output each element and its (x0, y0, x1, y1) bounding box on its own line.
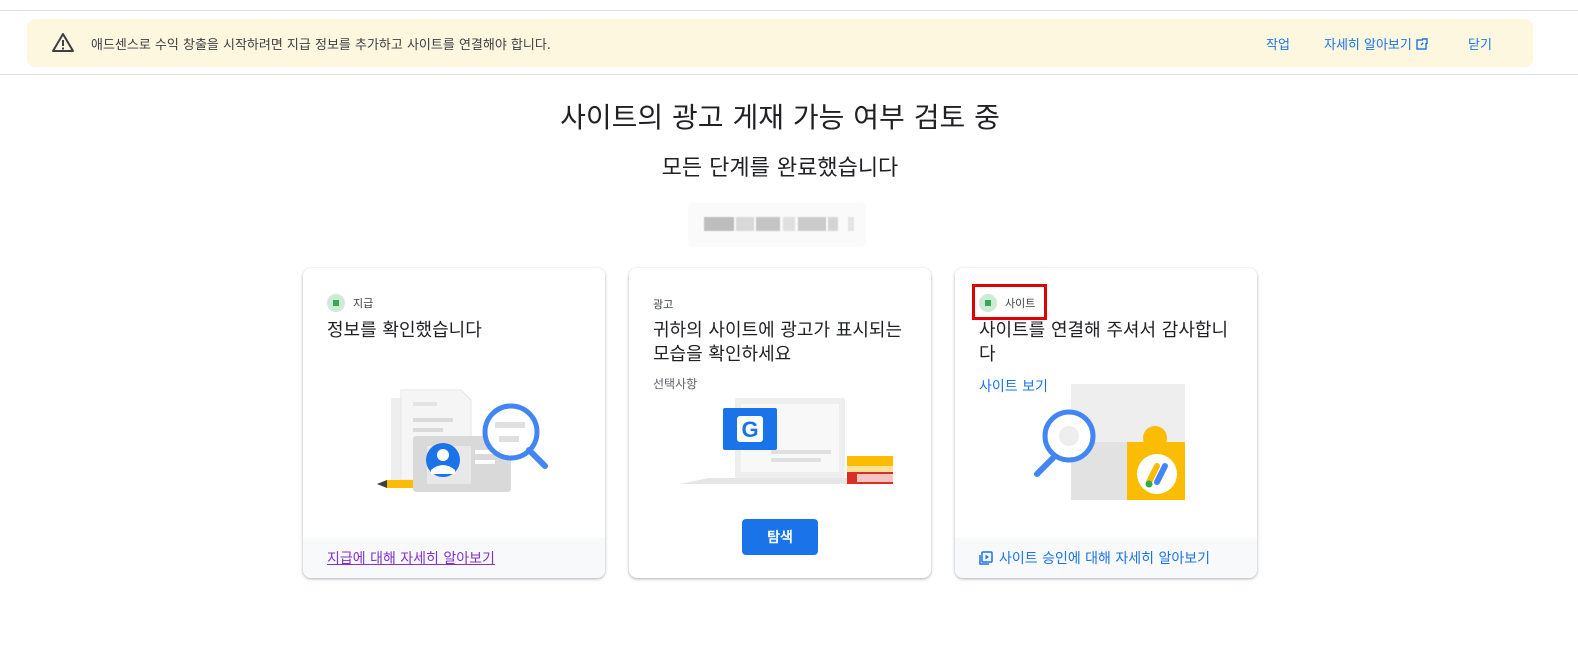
learn-more-label: 자세히 알아보기 (1324, 38, 1412, 53)
site-illustration (1034, 384, 1185, 500)
highlight-annotation-box (972, 284, 1047, 320)
site-card-footer: 사이트 승인에 대해 자세히 알아보기 (955, 538, 1257, 578)
banner-divider (0, 74, 1578, 75)
notification-banner: 애드센스로 수익 창출을 시작하려면 지급 정보를 추가하고 사이트를 연결해야… (27, 19, 1533, 67)
top-divider (0, 10, 1578, 11)
banner-message: 애드센스로 수익 창출을 시작하려면 지급 정보를 추가하고 사이트를 연결해야… (91, 38, 551, 53)
page-subtitle: 모든 단계를 완료했습니다 (661, 156, 899, 181)
video-library-icon (979, 551, 993, 565)
payment-status-label: 지급 (353, 297, 374, 310)
payment-status: 지급 (327, 294, 373, 312)
ads-card: 광고 귀하의 사이트에 광고가 표시되는 모습을 확인하세요 선택사항 G 탐색 (629, 268, 931, 578)
ads-illustration: G (679, 398, 893, 484)
explore-button[interactable]: 탐색 (742, 519, 818, 555)
close-banner-link[interactable]: 닫기 (1468, 34, 1492, 53)
payment-illustration (377, 389, 548, 492)
site-url-redacted (688, 203, 866, 247)
learn-more-link[interactable]: 자세히 알아보기 (1324, 34, 1428, 53)
page-title: 사이트의 광고 게재 가능 여부 검토 중 (560, 101, 1000, 134)
optional-label: 선택사항 (653, 377, 698, 391)
svg-text:G: G (741, 417, 758, 442)
task-link[interactable]: 작업 (1266, 34, 1290, 53)
payment-heading: 정보를 확인했습니다 (327, 320, 482, 341)
external-link-icon (1416, 37, 1428, 50)
ads-status-label: 광고 (653, 298, 674, 311)
payment-card-footer: 지급에 대해 자세히 알아보기 (303, 538, 605, 578)
payment-card: 지급 정보를 확인했습니다 지급에 대해 자세히 알아보기 (303, 268, 605, 578)
payment-learn-more-link[interactable]: 지급에 대해 자세히 알아보기 (327, 548, 495, 568)
warning-icon (52, 33, 74, 52)
site-approval-learn-more-link[interactable]: 사이트 승인에 대해 자세히 알아보기 (979, 548, 1210, 568)
site-approval-learn-more-label: 사이트 승인에 대해 자세히 알아보기 (999, 551, 1210, 567)
check-status-icon (327, 294, 345, 312)
ads-heading: 귀하의 사이트에 광고가 표시되는 모습을 확인하세요 (653, 320, 903, 365)
site-heading: 사이트를 연결해 주셔서 감사합니다 (979, 320, 1229, 365)
